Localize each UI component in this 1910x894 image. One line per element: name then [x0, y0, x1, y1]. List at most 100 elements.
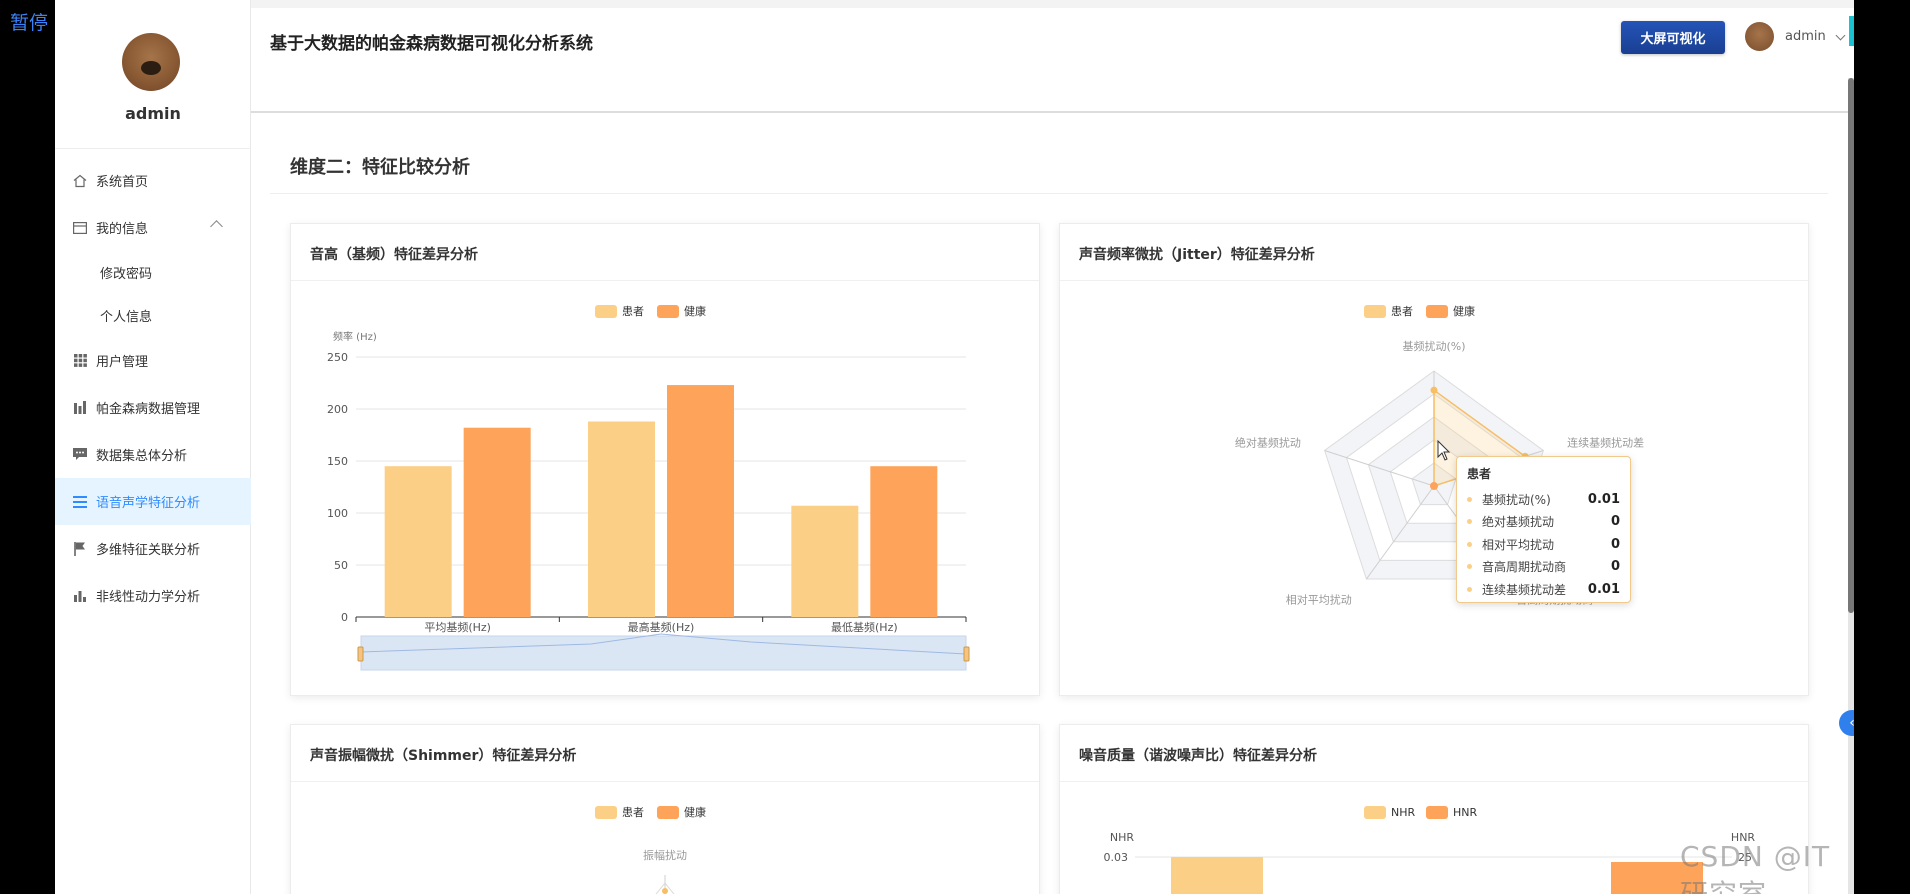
- shimmer-card: 声音振幅微扰（Shimmer）特征差异分析 患者 健康 振幅扰动: [290, 724, 1040, 894]
- sidebar-item-label: 语音声学特征分析: [96, 496, 201, 511]
- sidebar: admin 系统首页我的信息修改密码个人信息用户管理帕金森病数据管理 数据集总体分…: [55, 0, 251, 894]
- legend-swatch: [1426, 806, 1448, 819]
- radar-indicator-label: 振幅扰动: [643, 848, 687, 862]
- scrollbar-thumb[interactable]: [1848, 78, 1854, 613]
- zoom-handle-left: [357, 646, 364, 662]
- sidebar-item[interactable]: 帕金森病数据管理: [55, 384, 251, 431]
- radar-indicator-label: 相对平均扰动: [1286, 592, 1352, 606]
- legend-swatch: [1426, 305, 1448, 318]
- header-avatar[interactable]: [1745, 22, 1774, 51]
- sidebar-item-label: 帕金森病数据管理: [96, 402, 201, 417]
- y-tick-label: 0.03: [1104, 851, 1129, 864]
- bigscreen-button[interactable]: 大屏可视化: [1621, 21, 1725, 54]
- x-tick-label: 最高基频(Hz): [628, 620, 695, 634]
- series-dot-icon: [1467, 586, 1472, 592]
- radar-indicator-label: 绝对基频扰动: [1235, 436, 1301, 450]
- sidebar-item[interactable]: 用户管理: [55, 337, 251, 384]
- tooltip-row: 绝对基频扰动 0: [1467, 511, 1620, 534]
- tooltip-row: 基频扰动(%) 0.01: [1467, 488, 1620, 511]
- x-tick-label: 平均基频(Hz): [424, 620, 491, 634]
- avatar: [122, 33, 180, 91]
- y-tick-label: 50: [334, 559, 348, 572]
- bar: [588, 421, 655, 617]
- sidebar-menu: 系统首页我的信息修改密码个人信息用户管理帕金森病数据管理 数据集总体分析 语音声学特…: [55, 157, 251, 619]
- tooltip-row-value: 0: [1610, 514, 1620, 530]
- sidebar-item[interactable]: 非线性动力学分析: [55, 572, 251, 619]
- tooltip-row-value: 0: [1610, 536, 1620, 552]
- legend-label: HNR: [1453, 806, 1478, 819]
- sidebar-item[interactable]: 我的信息: [55, 204, 251, 251]
- left-axis-name: NHR: [1110, 831, 1135, 844]
- legend-label: 健康: [1453, 304, 1475, 318]
- section-title: 维度二：特征比较分析: [290, 157, 470, 178]
- sidebar-item[interactable]: 多维特征关联分析: [55, 525, 251, 572]
- tooltip-row-name: 连续基频扰动差: [1482, 582, 1567, 597]
- sidebar-item[interactable]: 数据集总体分析: [55, 431, 251, 478]
- bar: [870, 466, 938, 617]
- sidebar-item-label: 系统首页: [96, 175, 149, 190]
- legend-swatch: [1364, 305, 1386, 318]
- right-black-border: [1854, 0, 1910, 894]
- sidebar-item-label: 多维特征关联分析: [96, 543, 201, 558]
- tooltip-row-name: 相对平均扰动: [1482, 537, 1555, 552]
- pitch-card: 音高（基频）特征差异分析 患者 健康 频率 (Hz) 0 50 100 150 200 250 平…: [290, 223, 1040, 696]
- sidebar-item[interactable]: 修改密码: [55, 251, 251, 294]
- sidebar-item[interactable]: 系统首页: [55, 157, 251, 204]
- sidebar-item-label: 用户管理: [96, 355, 149, 370]
- tooltip-row-name: 基频扰动(%): [1482, 492, 1551, 507]
- section-divider: [270, 193, 1828, 194]
- bar: [791, 505, 859, 617]
- series-dot-icon: [1467, 541, 1472, 547]
- legend-swatch: [1364, 806, 1386, 819]
- bar: [463, 427, 531, 617]
- legend-swatch: [657, 806, 679, 819]
- y-tick-label: 200: [327, 403, 348, 416]
- radar-point: [1430, 482, 1438, 490]
- x-tick-label: 最低基频(Hz): [831, 620, 898, 634]
- tooltip-row-value: 0: [1610, 559, 1620, 575]
- tooltip-title: 患者: [1467, 467, 1492, 481]
- sidebar-username: admin: [125, 104, 181, 123]
- sidebar-item-label: 个人信息: [100, 310, 153, 325]
- sidebar-item-label: 我的信息: [96, 222, 149, 237]
- page-title: 基于大数据的帕金森病数据可视化分析系统: [270, 34, 593, 54]
- side-tab[interactable]: [1849, 16, 1854, 46]
- radar-indicator-label: 连续基频扰动差: [1567, 436, 1644, 450]
- zoom-handle-right: [963, 646, 970, 662]
- legend-label: 患者: [622, 806, 644, 819]
- tooltip-row-name: 音高周期扰动商: [1482, 560, 1567, 575]
- y-tick-label: 150: [327, 455, 348, 468]
- tooltip-row: 音高周期扰动商 0: [1467, 556, 1620, 579]
- card-icon: [72, 220, 88, 236]
- tooltip-row-name: 绝对基频扰动: [1482, 515, 1555, 530]
- radar-indicator-label: 基频扰动(%): [1402, 339, 1465, 353]
- legend-label: 患者: [1391, 305, 1413, 318]
- collapse-button[interactable]: ‹: [1839, 710, 1854, 736]
- legend-swatch: [595, 806, 617, 819]
- sidebar-divider: [55, 148, 251, 149]
- legend-label: 健康: [684, 805, 706, 819]
- pause-label[interactable]: 暂停: [10, 8, 48, 35]
- jitter-radar-chart: 患者健康基频扰动(%)连续基频扰动差音高周期扰动商相对平均扰动绝对基频扰动: [1235, 304, 1644, 606]
- shimmer-radar-chart: 患者 健康振幅扰动: [595, 805, 706, 894]
- sidebar-item[interactable]: 个人信息: [55, 294, 251, 337]
- chevron-down-icon[interactable]: [1835, 30, 1846, 41]
- header-username[interactable]: admin: [1785, 29, 1826, 44]
- radar-point: [662, 888, 668, 894]
- grid-icon: [72, 353, 88, 369]
- legend-label: 患者: [622, 305, 644, 318]
- sidebar-item-label: 数据集总体分析: [96, 449, 188, 464]
- y-tick-label: 250: [327, 351, 348, 364]
- left-black-border: [0, 0, 55, 894]
- chevron-up-icon[interactable]: [210, 220, 223, 233]
- series-dot-icon: [1467, 496, 1472, 502]
- sidebar-item[interactable]: 语音声学特征分析: [55, 478, 251, 525]
- list-icon: [72, 494, 88, 510]
- sidebar-item-label: 非线性动力学分析: [96, 590, 201, 605]
- chat-icon: [72, 447, 88, 463]
- bar: [667, 385, 734, 617]
- bar-icon: [72, 400, 88, 416]
- series-dot-icon: [1467, 519, 1472, 525]
- series-dot-icon: [1467, 564, 1472, 570]
- y-axis-label: 频率 (Hz): [333, 330, 377, 343]
